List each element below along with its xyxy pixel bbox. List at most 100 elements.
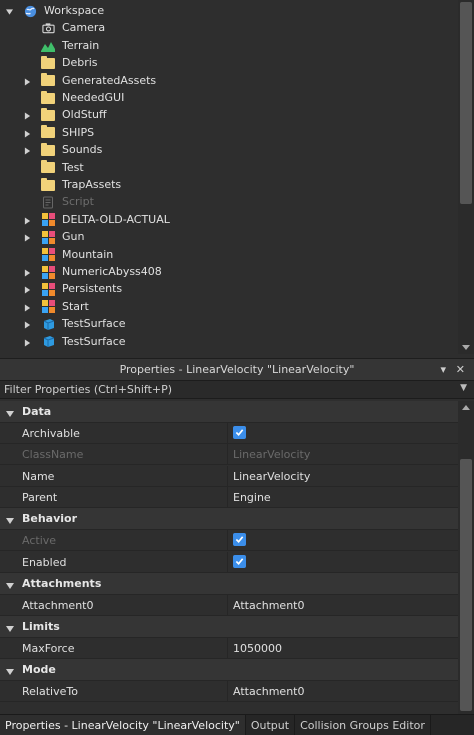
collapsed-arrow-icon[interactable] xyxy=(22,77,32,87)
tree-item[interactable]: GeneratedAssets xyxy=(0,73,458,90)
collapsed-arrow-icon[interactable] xyxy=(22,268,32,278)
tree-item-label: NumericAbyss408 xyxy=(62,265,162,278)
property-row[interactable]: Attachment0 Attachment0 xyxy=(0,594,458,616)
collapsed-arrow-icon[interactable] xyxy=(22,320,32,330)
close-icon[interactable]: ✕ xyxy=(456,363,465,376)
scroll-down-arrow-icon[interactable] xyxy=(462,345,470,350)
category-collapse-icon[interactable] xyxy=(6,623,14,633)
script-icon xyxy=(41,195,55,209)
category-label: Behavior xyxy=(22,512,78,526)
tree-item[interactable]: TestSurface xyxy=(0,316,458,333)
properties-scrollbar[interactable] xyxy=(458,401,474,714)
property-value[interactable]: Attachment0 xyxy=(233,685,304,698)
property-row[interactable]: ClassName LinearVelocity xyxy=(0,444,458,466)
property-name: ClassName xyxy=(22,448,84,462)
tree-item-label: TestSurface xyxy=(62,317,126,331)
model-icon xyxy=(41,248,55,262)
tree-item[interactable]: Sounds xyxy=(0,142,458,159)
tree-item[interactable]: Persistents xyxy=(0,281,458,298)
tab-2[interactable]: Collision Groups Editor xyxy=(295,715,431,735)
tree-item-label: Terrain xyxy=(62,38,100,52)
collapsed-arrow-icon[interactable] xyxy=(22,338,32,348)
properties-title: Properties - LinearVelocity "LinearVeloc… xyxy=(119,363,355,376)
tree-item-label: Test xyxy=(62,160,84,174)
tree-item[interactable]: Gun xyxy=(0,229,458,246)
tree-item[interactable]: Script xyxy=(0,194,458,211)
folder-icon xyxy=(41,90,55,105)
tree-item-label: Script xyxy=(62,195,94,209)
tree-item[interactable]: Debris xyxy=(0,55,458,72)
collapsed-arrow-icon[interactable] xyxy=(22,111,32,121)
property-value[interactable]: 1050000 xyxy=(233,642,282,655)
tree-item[interactable]: SHIPS xyxy=(0,125,458,142)
property-name: MaxForce xyxy=(22,642,75,656)
category-data[interactable]: Data xyxy=(0,401,458,423)
property-row[interactable]: Name LinearVelocity xyxy=(0,465,458,487)
folder-shape xyxy=(41,55,55,69)
filter-properties-input[interactable]: Filter Properties (Ctrl+Shift+P) ▼ xyxy=(0,380,474,399)
category-limits[interactable]: Limits xyxy=(0,616,458,639)
checkbox[interactable] xyxy=(233,554,246,568)
tree-item-label: Workspace xyxy=(44,4,105,17)
category-label: Mode xyxy=(22,663,56,677)
category-attachments[interactable]: Attachments xyxy=(0,572,458,595)
tree-item[interactable]: Camera xyxy=(0,20,458,37)
explorer-scrollbar-thumb[interactable] xyxy=(460,2,472,204)
tree-item[interactable]: TrapAssets xyxy=(0,177,458,194)
tree-item[interactable]: TestSurface xyxy=(0,334,458,351)
checkbox[interactable] xyxy=(233,426,246,439)
column-divider xyxy=(227,465,228,487)
folder-shape xyxy=(41,177,55,191)
tree-item[interactable]: DELTA-OLD-ACTUAL xyxy=(0,212,458,229)
property-row[interactable]: RelativeTo Attachment0 xyxy=(0,681,458,703)
category-collapse-icon[interactable] xyxy=(6,666,14,676)
dock-menu-icon[interactable]: ▾ xyxy=(440,363,446,376)
category-behavior[interactable]: Behavior xyxy=(0,508,458,531)
collapsed-arrow-icon[interactable] xyxy=(22,303,32,313)
collapsed-arrow-icon[interactable] xyxy=(22,216,32,226)
tree-item-label: TestSurface xyxy=(62,334,126,348)
tree-item[interactable]: NeededGUI xyxy=(0,90,458,107)
folder-icon xyxy=(41,107,55,122)
filter-placeholder: Filter Properties (Ctrl+Shift+P) xyxy=(4,383,173,396)
collapsed-arrow-icon[interactable] xyxy=(22,146,32,156)
tree-item[interactable]: OldStuff xyxy=(0,107,458,124)
explorer-scrollbar[interactable] xyxy=(458,0,474,354)
property-value[interactable]: Attachment0 xyxy=(233,599,304,612)
property-row[interactable]: Parent Engine xyxy=(0,486,458,508)
tab-1[interactable]: Output xyxy=(246,715,296,735)
property-value[interactable]: Engine xyxy=(233,491,271,504)
property-row[interactable]: Active xyxy=(0,530,458,552)
tree-item[interactable]: Workspace xyxy=(0,3,458,20)
folder-shape xyxy=(41,142,55,156)
category-collapse-icon[interactable] xyxy=(6,408,14,417)
tree-item[interactable]: Terrain xyxy=(0,38,458,55)
tab-0[interactable]: Properties - LinearVelocity "LinearVeloc… xyxy=(0,715,246,735)
tree-item[interactable]: Start xyxy=(0,299,458,316)
tree-item-label: Camera xyxy=(62,21,106,35)
property-grid: Data Archivable ClassName LinearVelocity Nam… xyxy=(0,401,458,714)
category-mode[interactable]: Mode xyxy=(0,659,458,682)
chevron-down-icon[interactable]: ▼ xyxy=(460,383,467,393)
collapsed-arrow-icon[interactable] xyxy=(22,285,32,295)
tree-item-label: NeededGUI xyxy=(62,91,125,104)
collapsed-arrow-icon[interactable] xyxy=(22,129,32,139)
property-row[interactable]: Enabled xyxy=(0,551,458,573)
tree-item[interactable]: Test xyxy=(0,160,458,177)
category-collapse-icon[interactable] xyxy=(6,515,14,525)
tree-item-label: DELTA-OLD-ACTUAL xyxy=(62,212,170,226)
property-value[interactable]: LinearVelocity xyxy=(233,470,310,483)
part-icon xyxy=(41,335,55,349)
collapsed-arrow-icon[interactable] xyxy=(22,233,32,243)
property-row[interactable]: Archivable xyxy=(0,423,458,444)
column-divider xyxy=(227,486,228,508)
tree-item[interactable]: Mountain xyxy=(0,247,458,264)
folder-icon xyxy=(41,142,55,157)
properties-scrollbar-thumb[interactable] xyxy=(460,459,472,711)
column-divider xyxy=(227,530,228,552)
scroll-up-arrow-icon[interactable] xyxy=(462,405,470,410)
property-row[interactable]: MaxForce 1050000 xyxy=(0,638,458,660)
category-collapse-icon[interactable] xyxy=(6,580,14,589)
expanded-arrow-icon[interactable] xyxy=(4,7,14,17)
tree-item[interactable]: NumericAbyss408 xyxy=(0,264,458,281)
